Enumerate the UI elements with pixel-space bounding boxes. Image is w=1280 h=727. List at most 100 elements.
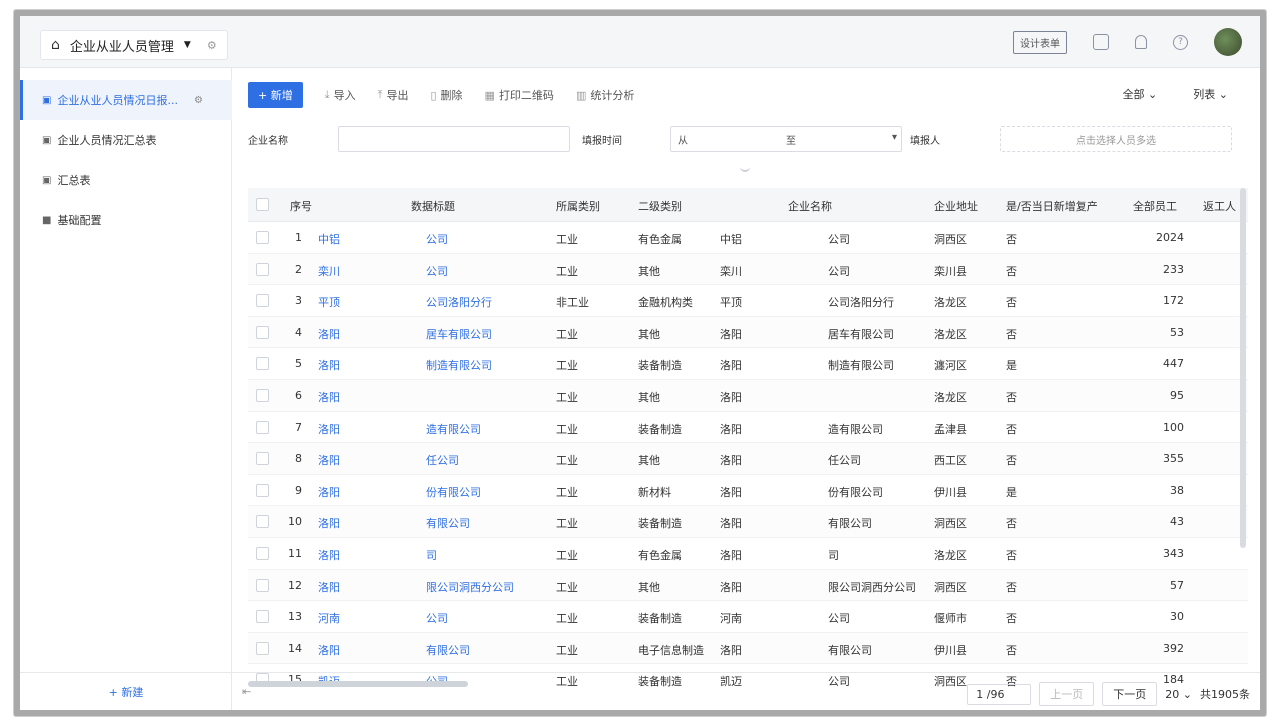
cell-t2[interactable]: 限公司洞西分公司 xyxy=(426,579,544,595)
table-row[interactable]: 11 洛阳司工业 有色金属 洛阳司洛龙区否 343 xyxy=(248,538,1248,570)
sidebar-item-total[interactable]: ▣ 汇总表 xyxy=(20,160,232,200)
gear-icon[interactable]: ⚙ xyxy=(194,95,203,106)
delete-button[interactable]: ▯ 删除 xyxy=(430,87,462,103)
cell-t1[interactable]: 中铝 xyxy=(318,231,358,247)
cell-t2[interactable]: 造有限公司 xyxy=(426,421,544,437)
table-row[interactable]: 1 中铝 公司 工业 有色金属 中铝 公司 洞西区否 2024 xyxy=(248,222,1248,254)
row-checkbox[interactable] xyxy=(256,357,269,371)
cell-t1[interactable]: 洛阳 xyxy=(318,515,358,531)
cell-t2[interactable]: 公司洛阳分行 xyxy=(426,294,544,310)
row-checkbox[interactable] xyxy=(256,610,269,624)
cell-t1[interactable]: 洛阳 xyxy=(318,484,358,500)
col-no[interactable]: 序号 xyxy=(290,198,312,214)
row-checkbox[interactable] xyxy=(256,515,269,529)
col-new-resume[interactable]: 是/否当日新增复产 xyxy=(1006,198,1098,214)
cell-t2[interactable]: 有限公司 xyxy=(426,515,544,531)
view-mode-dropdown[interactable]: 列表 ⌄ xyxy=(1193,86,1228,102)
gear-icon[interactable]: ⚙ xyxy=(207,39,217,52)
cell-t1[interactable]: 洛阳 xyxy=(318,579,358,595)
design-form-button[interactable]: 设计表单 xyxy=(1013,30,1067,54)
cell-t1[interactable]: 洛阳 xyxy=(318,326,358,342)
sidebar-item-daily-report[interactable]: ▣ 企业从业人员情况日报... ⚙ xyxy=(20,80,232,120)
table-row[interactable]: 10 洛阳 有限公司 工业 装备制造 洛阳 有限公司 洞西区否 43 xyxy=(248,506,1248,538)
chevron-down-icon[interactable]: ▾ xyxy=(892,132,897,143)
filter-all-dropdown[interactable]: 全部 ⌄ xyxy=(1123,86,1158,102)
table-row[interactable]: 13 河南 公司 工业 装备制造 河南 公司 偃师市否 30 xyxy=(248,601,1248,633)
stats-button[interactable]: ▥ 统计分析 xyxy=(576,87,634,103)
row-checkbox[interactable] xyxy=(256,420,269,434)
cell-t2[interactable]: 任公司 xyxy=(426,452,544,468)
cell-t1[interactable]: 洛阳 xyxy=(318,389,358,405)
table-row[interactable]: 3 平顶 公司洛阳分行 非工业 金融机构类 平顶 公司洛阳分行 洛龙区否 172 xyxy=(248,285,1248,317)
form-icon[interactable] xyxy=(1093,34,1109,50)
page-size-select[interactable]: 20 ⌄ xyxy=(1165,688,1192,701)
table-row[interactable]: 2 栾川 公司 工业 其他 栾川 公司 栾川县否 233 xyxy=(248,253,1248,286)
cell-t1[interactable]: 河南 xyxy=(318,610,358,626)
row-checkbox[interactable] xyxy=(256,452,269,466)
reporter-select[interactable]: 点击选择人员多选 xyxy=(1000,126,1232,152)
vertical-scrollbar[interactable] xyxy=(1240,188,1246,548)
row-checkbox[interactable] xyxy=(256,483,269,497)
col-subcategory[interactable]: 二级类别 xyxy=(638,198,682,214)
add-record-button[interactable]: + 新增 xyxy=(248,82,303,108)
table-row[interactable]: 9 洛阳 份有限公司 工业 新材料 洛阳 份有限公司 伊川县是 38 xyxy=(248,475,1248,507)
col-company[interactable]: 企业名称 xyxy=(788,198,832,214)
help-icon[interactable]: ? xyxy=(1173,34,1188,50)
next-page-button[interactable]: 下一页 xyxy=(1102,682,1158,706)
table-row[interactable]: 7 洛阳 造有限公司 工业 装备制造 洛阳 造有限公司 孟津县否 100 xyxy=(248,412,1248,444)
new-page-button[interactable]: + 新建 xyxy=(20,672,232,710)
cell-t1[interactable]: 洛阳 xyxy=(318,547,358,563)
app-title[interactable]: 企业从业人员管理 xyxy=(70,36,174,55)
cell-n2: 公司 xyxy=(828,612,850,626)
row-checkbox[interactable] xyxy=(256,578,269,592)
row-checkbox[interactable] xyxy=(256,389,269,402)
print-qr-button[interactable]: ▦ 打印二维码 xyxy=(485,87,554,103)
table-row[interactable]: 4 洛阳 居车有限公司 工业 其他 洛阳 居车有限公司 洛龙区否 53 xyxy=(248,316,1248,349)
cell-t2[interactable]: 制造有限公司 xyxy=(426,357,544,373)
avatar[interactable] xyxy=(1214,28,1242,56)
cell-t2[interactable]: 公司 xyxy=(426,610,544,626)
company-filter-input[interactable] xyxy=(338,126,570,152)
row-checkbox[interactable] xyxy=(256,294,269,308)
cell-t1[interactable]: 平顶 xyxy=(318,294,358,310)
cell-t2[interactable]: 有限公司 xyxy=(426,642,544,658)
chevron-down-icon[interactable]: ▼ xyxy=(184,40,191,50)
export-button[interactable]: ⤒ 导出 xyxy=(378,87,409,103)
bell-icon[interactable] xyxy=(1135,35,1147,49)
page-input[interactable]: 1 /96 xyxy=(967,683,1032,705)
table-row[interactable]: 6 洛阳 工业 其他 洛阳 洛龙区 否 95 xyxy=(248,380,1248,412)
cell-t1[interactable]: 栾川 xyxy=(318,263,358,279)
table-row[interactable]: 14 洛阳 有限公司 工业 电子信息制造 洛阳 有限公司 伊川县否 392 xyxy=(248,632,1248,665)
table-row[interactable]: 8 洛阳 任公司 工业 其他 洛阳 任公司 西工区否 355 xyxy=(248,443,1248,475)
import-button[interactable]: ⤓ 导入 xyxy=(325,87,356,103)
cell-t1[interactable]: 洛阳 xyxy=(318,642,358,658)
cell-t2[interactable]: 公司 xyxy=(426,231,544,247)
cell-t2[interactable]: 司 xyxy=(426,547,544,563)
row-checkbox[interactable] xyxy=(256,262,269,276)
cell-t1[interactable]: 洛阳 xyxy=(318,357,358,373)
table-row[interactable]: 5 洛阳 制造有限公司 工业 装备制造 洛阳 制造有限公司 瀍河区是 447 xyxy=(248,348,1248,380)
collapse-sidebar-icon[interactable]: ⇤ xyxy=(242,685,251,698)
row-checkbox[interactable] xyxy=(256,547,269,560)
col-returned[interactable]: 返工人 xyxy=(1203,198,1236,214)
select-all-checkbox[interactable] xyxy=(256,198,269,211)
sidebar-item-config[interactable]: ■ 基础配置 xyxy=(20,200,232,240)
cell-t2[interactable]: 份有限公司 xyxy=(426,484,544,500)
col-address[interactable]: 企业地址 xyxy=(934,198,978,214)
col-title[interactable]: 数据标题 xyxy=(411,198,455,214)
row-checkbox[interactable] xyxy=(256,231,269,244)
home-icon[interactable]: ⌂ xyxy=(51,37,60,53)
prev-page-button[interactable]: 上一页 xyxy=(1039,682,1095,706)
table-row[interactable]: 12 洛阳 限公司洞西分公司 工业 其他 洛阳 限公司洞西分公司 洞西区否 57 xyxy=(248,569,1248,602)
row-checkbox[interactable] xyxy=(256,325,269,339)
sidebar-item-summary[interactable]: ▣ 企业人员情况汇总表 xyxy=(20,120,232,160)
col-category[interactable]: 所属类别 xyxy=(556,198,600,214)
col-employees[interactable]: 全部员工 xyxy=(1133,198,1177,214)
cell-t1[interactable]: 洛阳 xyxy=(318,452,358,468)
app-tab[interactable]: ⌂ 企业从业人员管理 ▼ ⚙ xyxy=(40,30,228,60)
cell-sub: 装备制造 xyxy=(638,612,682,626)
row-checkbox[interactable] xyxy=(256,641,269,655)
cell-t2[interactable]: 居车有限公司 xyxy=(426,326,544,342)
cell-t2[interactable]: 公司 xyxy=(426,263,544,279)
cell-t1[interactable]: 洛阳 xyxy=(318,421,358,437)
